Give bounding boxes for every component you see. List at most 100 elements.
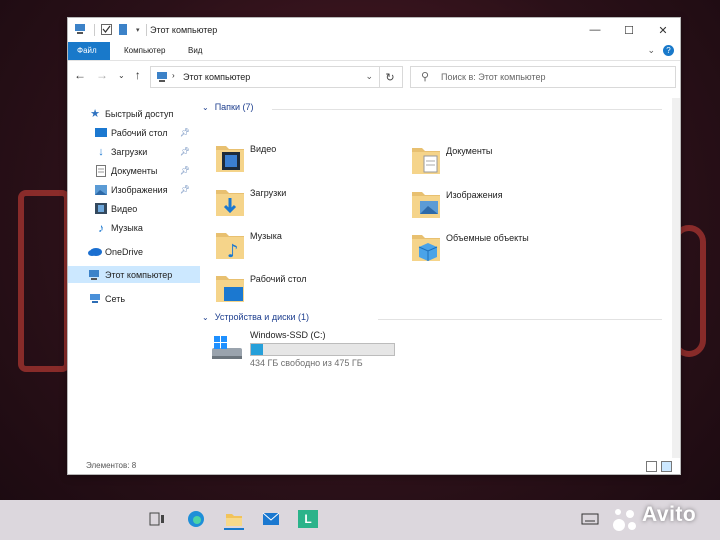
address-bar[interactable]: › Этот компьютер ⌄ xyxy=(150,66,380,88)
close-button[interactable]: ✕ xyxy=(646,18,680,42)
maximize-button[interactable]: ☐ xyxy=(612,18,646,42)
content-pane: ⌄ Папки (7) Видео Документы Загрузки Изо… xyxy=(200,98,670,458)
chevron-down-icon: ⌄ xyxy=(202,102,209,112)
search-box[interactable]: ⚲ Поиск в: Этот компьютер xyxy=(410,66,676,88)
task-view-icon[interactable] xyxy=(147,510,167,528)
drive-name: Windows-SSD (C:) xyxy=(250,330,326,340)
refresh-icon: ↻ xyxy=(385,71,395,84)
tab-computer[interactable]: Компьютер xyxy=(114,42,175,60)
status-bar: Элементов: 8 xyxy=(68,458,680,474)
title-bar[interactable]: ▾ Этот компьютер — ☐ ✕ xyxy=(68,18,680,42)
background-neon-left xyxy=(18,190,70,372)
up-arrow-icon[interactable]: ↑ xyxy=(135,68,141,82)
network-icon xyxy=(88,292,102,306)
minimize-button[interactable]: — xyxy=(578,18,612,42)
divider xyxy=(378,319,662,320)
mail-icon[interactable] xyxy=(261,510,281,528)
computer-icon xyxy=(74,23,88,37)
folder-label: Изображения xyxy=(446,190,503,200)
downloads-folder-icon xyxy=(214,186,246,218)
sidebar-item-downloads[interactable]: ↓ Загрузки 📌︎ xyxy=(68,143,200,160)
details-view-icon[interactable] xyxy=(646,461,657,472)
folder-item[interactable]: Видео xyxy=(214,142,276,174)
computer-icon xyxy=(88,268,102,282)
pin-icon[interactable]: 📌︎ xyxy=(180,185,190,194)
folder-item[interactable]: Рабочий стол xyxy=(214,272,307,304)
recent-locations-chevron-icon[interactable]: ⌄ xyxy=(118,71,125,80)
folders-header-label: Папки (7) xyxy=(214,102,254,112)
new-folder-icon[interactable] xyxy=(118,23,130,37)
quick-access-toolbar: ▾ xyxy=(74,23,147,37)
devices-group-header[interactable]: ⌄ Устройства и диски (1) xyxy=(202,312,309,322)
folder-item[interactable]: Изображения xyxy=(410,188,503,220)
edge-icon[interactable] xyxy=(186,510,206,528)
tab-view[interactable]: Вид xyxy=(178,42,212,60)
folder-item[interactable]: Объемные объекты xyxy=(410,231,529,263)
svg-text:♪: ♪ xyxy=(227,241,239,261)
refresh-button[interactable]: ↻ xyxy=(378,66,403,88)
help-icon[interactable]: ? xyxy=(663,45,674,56)
sidebar-item-label: Рабочий стол xyxy=(111,127,168,138)
sidebar-item-quick-access[interactable]: ★ Быстрый доступ xyxy=(68,105,200,122)
sidebar-item-label: Этот компьютер xyxy=(105,269,173,280)
pin-icon[interactable]: 📌︎ xyxy=(180,147,190,156)
sidebar-item-onedrive[interactable]: OneDrive xyxy=(68,243,200,260)
breadcrumb-separator-icon[interactable]: › xyxy=(172,71,175,80)
cloud-icon xyxy=(88,245,102,259)
avito-logo-icon xyxy=(612,505,640,535)
documents-folder-icon xyxy=(410,144,442,176)
pin-icon[interactable]: 📌︎ xyxy=(180,128,190,137)
sidebar-item-label: Изображения xyxy=(111,184,168,195)
app-l-icon[interactable]: L xyxy=(298,510,318,528)
folder-item[interactable]: Документы xyxy=(410,144,492,176)
properties-icon[interactable] xyxy=(101,23,112,37)
sidebar-item-this-pc[interactable]: Этот компьютер xyxy=(68,266,200,283)
sidebar-item-music[interactable]: ♪ Музыка xyxy=(68,219,200,236)
breadcrumb[interactable]: Этот компьютер xyxy=(183,72,250,82)
sidebar-item-documents[interactable]: Документы 📌︎ xyxy=(68,162,200,179)
folder-label: Видео xyxy=(250,144,277,154)
forward-arrow-icon[interactable]: → xyxy=(96,68,108,82)
pictures-icon xyxy=(94,183,108,197)
video-folder-icon xyxy=(214,142,246,174)
sidebar-item-label: Быстрый доступ xyxy=(105,108,174,119)
sidebar-item-video[interactable]: Видео xyxy=(68,200,200,217)
star-icon: ★ xyxy=(90,108,100,120)
folder-item[interactable]: Загрузки xyxy=(214,186,286,218)
file-explorer-icon[interactable] xyxy=(224,510,244,530)
sidebar-item-label: Документы xyxy=(111,165,158,176)
pin-icon[interactable]: 📌︎ xyxy=(180,166,190,175)
vertical-scrollbar[interactable] xyxy=(672,98,680,458)
large-icons-view-icon[interactable] xyxy=(661,461,672,472)
desktop-icon xyxy=(94,126,108,140)
navigation-bar: ← → ⌄ ↑ › Этот компьютер ⌄ ↻ ⚲ Поиск в: … xyxy=(68,62,680,92)
keyboard-layout-icon[interactable] xyxy=(580,510,600,528)
computer-icon xyxy=(157,71,169,84)
folder-label: Рабочий стол xyxy=(250,274,307,284)
folder-label: Документы xyxy=(446,146,493,156)
folder-label: Загрузки xyxy=(250,188,287,198)
sidebar-item-pictures[interactable]: Изображения 📌︎ xyxy=(68,181,200,198)
folder-item[interactable]: ♪ Музыка xyxy=(214,229,282,262)
drive-usage-bar xyxy=(250,343,395,356)
music-folder-icon: ♪ xyxy=(214,229,246,262)
app-l-letter: L xyxy=(304,512,312,526)
sidebar-item-label: Видео xyxy=(111,203,138,214)
drive-usage-fill xyxy=(251,344,264,355)
download-icon: ↓ xyxy=(98,145,104,158)
address-dropdown-icon[interactable]: ⌄ xyxy=(365,71,373,82)
tab-file[interactable]: Файл xyxy=(68,42,110,60)
chevron-down-icon[interactable]: ⌄ xyxy=(647,45,655,56)
sidebar-item-desktop[interactable]: Рабочий стол 📌︎ xyxy=(68,124,200,141)
customize-toolbar-chevron-icon[interactable]: ▾ xyxy=(136,26,140,34)
folders-group-header[interactable]: ⌄ Папки (7) xyxy=(202,102,254,112)
sidebar-item-label: Загрузки xyxy=(111,146,148,157)
avito-watermark: Avito xyxy=(642,503,697,526)
sidebar-item-network[interactable]: Сеть xyxy=(68,290,200,307)
music-icon: ♪ xyxy=(98,220,104,235)
search-icon: ⚲ xyxy=(421,71,430,83)
sidebar-item-label: Музыка xyxy=(111,222,143,233)
folder-label: Музыка xyxy=(250,231,282,241)
divider xyxy=(272,109,662,110)
back-arrow-icon[interactable]: ← xyxy=(74,68,86,82)
